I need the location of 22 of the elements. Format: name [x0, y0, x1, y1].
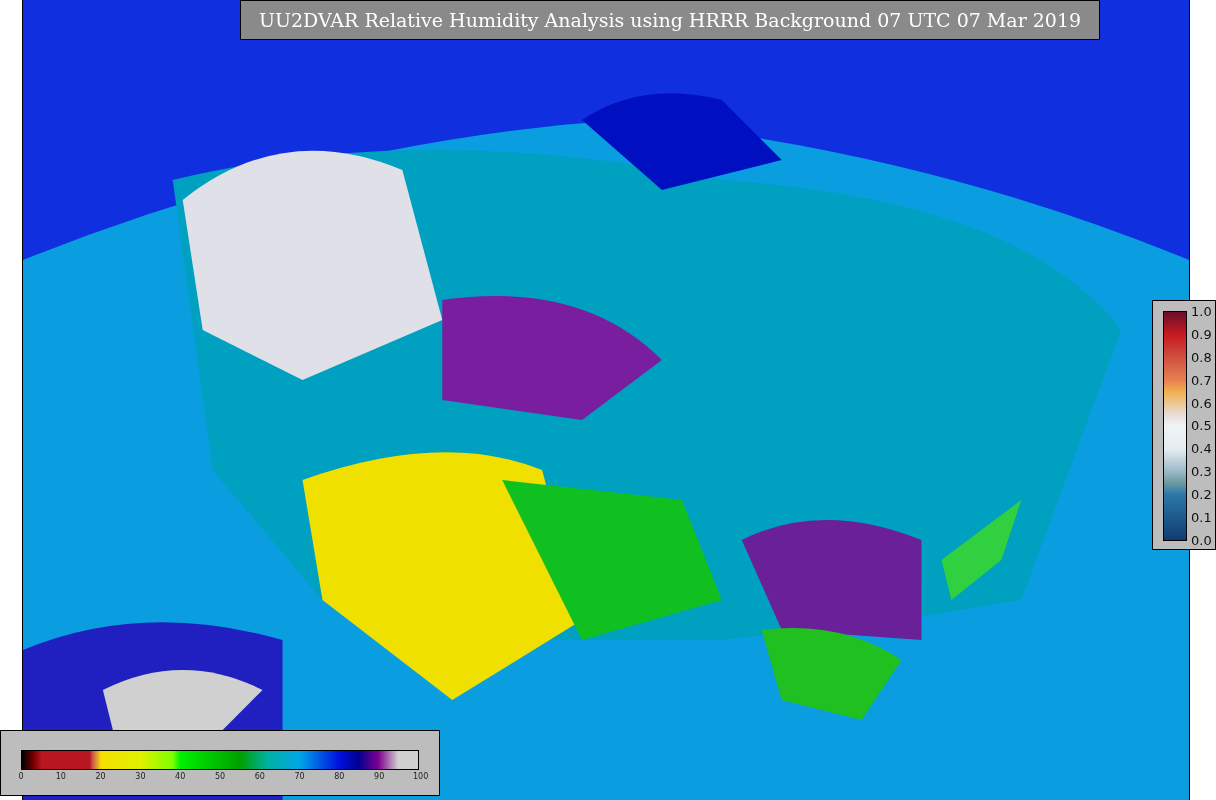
- tick-label: 0.1: [1191, 510, 1212, 525]
- tick-label: 0.9: [1191, 326, 1212, 342]
- tick-label: 0.3: [1191, 464, 1212, 480]
- tick-label: 0.8: [1191, 349, 1212, 365]
- tick-label: 80: [333, 772, 346, 781]
- tick-label: 0: [17, 772, 25, 781]
- tick-label: 0.5: [1191, 418, 1212, 434]
- tick-label: 40: [174, 772, 187, 781]
- map-title: UU2DVAR Relative Humidity Analysis using HRRR Background 07 UTC 07 Mar 2019: [240, 0, 1100, 40]
- tick-label: 0.4: [1191, 441, 1212, 457]
- tick-label: 60: [253, 772, 266, 781]
- tick-label: 0.7: [1191, 372, 1212, 388]
- tick-label: 0.2: [1191, 487, 1212, 503]
- tick-label: 1.0: [1191, 304, 1212, 319]
- tick-label: 0.6: [1191, 395, 1212, 411]
- tick-label: 10: [54, 772, 67, 781]
- tick-label: 30: [134, 772, 147, 781]
- tick-label: 20: [94, 772, 107, 781]
- tick-label: 50: [214, 772, 226, 781]
- tick-label: 0.0: [1191, 532, 1212, 548]
- tick-label: 90: [373, 772, 386, 781]
- tick-label: 70: [293, 772, 306, 781]
